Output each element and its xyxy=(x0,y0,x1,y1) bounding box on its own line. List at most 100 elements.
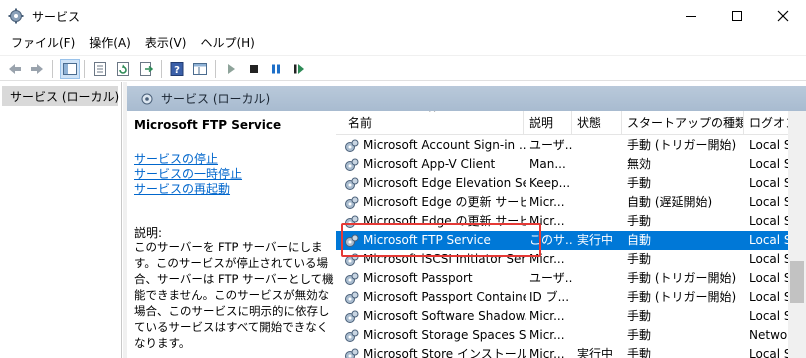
table-row[interactable]: Microsoft Edge の更新 サービ... Micr... 自動 (遅延開始… xyxy=(336,193,788,212)
pane-header: サービス (ローカル) xyxy=(127,86,806,111)
maximize-icon xyxy=(732,11,742,21)
cell-status: 実行中 xyxy=(577,233,614,247)
pause-service-button[interactable] xyxy=(266,59,286,79)
cell-description: このサ... xyxy=(529,233,572,247)
menu-file[interactable]: ファイル(F) xyxy=(4,33,82,53)
back-button[interactable] xyxy=(5,59,25,79)
cell-startup-type: 手動 xyxy=(627,347,652,358)
toolbar-separator xyxy=(215,60,216,78)
stop-service-icon xyxy=(250,65,258,73)
cell-description: Micr... xyxy=(529,195,565,209)
table-row[interactable]: Microsoft Store インストール ... Micr... 実行中 手動 Lo… xyxy=(336,345,788,358)
table-row[interactable]: Microsoft Software Shadow... Micr... 手動 Loc… xyxy=(336,307,788,326)
services-gear-icon xyxy=(141,93,153,104)
table-row[interactable]: Microsoft Edge Elevation Se... Keep... 手動 L… xyxy=(336,174,788,193)
table-row[interactable]: Microsoft App-V Client Man... 無効 Local S xyxy=(336,155,788,174)
table-row[interactable]: Microsoft Account Sign-in ... ユーザ... 手動 (ト… xyxy=(336,136,788,155)
maximize-button[interactable] xyxy=(714,0,760,32)
cell-service-name: Microsoft Edge の更新 サービ... xyxy=(363,214,526,228)
help-button[interactable]: ? xyxy=(167,59,187,79)
column-header-status[interactable]: 状態 xyxy=(572,111,622,135)
stop-service-button[interactable] xyxy=(244,59,264,79)
back-arrow-icon xyxy=(9,64,21,74)
restart-service-icon xyxy=(294,64,304,74)
svg-text:?: ? xyxy=(174,65,180,76)
cell-description: Micr... xyxy=(529,252,565,266)
column-header-description[interactable]: 説明 xyxy=(524,111,572,135)
help-icon: ? xyxy=(170,62,184,76)
forward-button[interactable] xyxy=(27,59,47,79)
start-service-button[interactable] xyxy=(221,59,241,79)
cell-status xyxy=(572,326,622,345)
cell-startup-type: 手動 (トリガー開始) xyxy=(627,290,737,304)
vertical-scrollbar[interactable] xyxy=(788,111,806,358)
menu-view[interactable]: 表示(V) xyxy=(138,33,194,53)
table-row[interactable]: Microsoft Passport ユーザ... 手動 (トリガー開始) Local… xyxy=(336,269,788,288)
refresh-icon xyxy=(117,62,129,76)
forward-arrow-icon xyxy=(31,64,43,74)
tree-item-services-local[interactable]: サービス (ローカル) xyxy=(2,86,119,106)
export-list-button[interactable] xyxy=(136,59,156,79)
minimize-icon xyxy=(686,16,696,17)
menu-bar: ファイル(F) 操作(A) 表示(V) ヘルプ(H) xyxy=(0,32,806,54)
cell-logon: Local S xyxy=(749,214,788,228)
toolbar: ? xyxy=(0,55,806,81)
restart-service-link[interactable]: サービスの再起動 xyxy=(134,180,230,197)
column-header-logon[interactable]: ログオン xyxy=(744,111,788,135)
close-button[interactable] xyxy=(760,0,806,32)
cell-service-name: Microsoft iSCSI Initiator Ser... xyxy=(363,252,526,266)
restart-service-button[interactable] xyxy=(289,59,309,79)
refresh-button[interactable] xyxy=(113,59,133,79)
cell-startup-type: 手動 xyxy=(627,328,652,342)
cell-service-name: Microsoft Passport Container xyxy=(363,290,526,304)
console-view-button[interactable] xyxy=(190,59,210,79)
table-row[interactable]: Microsoft Passport Container ID ブ... 手動 (ト… xyxy=(336,288,788,307)
export-list-icon xyxy=(140,62,154,76)
properties-button[interactable] xyxy=(90,59,110,79)
cell-description: ユーザ... xyxy=(529,271,572,285)
minimize-button[interactable] xyxy=(668,0,714,32)
menu-action[interactable]: 操作(A) xyxy=(82,33,138,53)
cell-description: Micr... xyxy=(529,328,565,342)
cell-service-name: Microsoft Storage Spaces S... xyxy=(363,328,526,342)
toolbar-separator xyxy=(84,60,85,78)
cell-description: Keep... xyxy=(529,176,571,190)
table-row[interactable]: Microsoft FTP Service このサ... 実行中 自動 Local S xyxy=(336,231,788,250)
cell-service-name: Microsoft Software Shadow... xyxy=(363,309,526,323)
cell-status xyxy=(572,193,622,212)
menu-help[interactable]: ヘルプ(H) xyxy=(193,33,261,53)
cell-description: Micr... xyxy=(529,214,565,228)
cell-status xyxy=(572,269,622,288)
cell-status xyxy=(572,288,622,307)
column-header-startup-type[interactable]: スタートアップの種類 xyxy=(622,111,744,135)
toolbar-separator xyxy=(161,60,162,78)
cell-startup-type: 無効 xyxy=(627,157,652,171)
cell-startup-type: 手動 (トリガー開始) xyxy=(627,271,737,285)
cell-description: Micr... xyxy=(529,309,565,323)
cell-logon: Local S xyxy=(749,290,788,304)
cell-status xyxy=(572,136,622,155)
cell-service-name: Microsoft Passport xyxy=(363,271,473,285)
cell-logon: Local S xyxy=(749,309,788,323)
cell-startup-type: 手動 xyxy=(627,214,652,228)
selected-service-name: Microsoft FTP Service xyxy=(134,118,282,132)
description-panel: Microsoft FTP Service サービスの停止 サービスの一時停止 … xyxy=(127,111,335,358)
show-hide-tree-button[interactable] xyxy=(60,59,80,79)
properties-icon xyxy=(94,62,106,76)
console-tree: サービス (ローカル) xyxy=(0,82,122,358)
column-header-name[interactable]: 名前 xyxy=(336,111,524,135)
cell-logon: Local S xyxy=(749,347,788,358)
cell-status xyxy=(572,307,622,326)
cell-description: ID ブ... xyxy=(529,290,570,304)
table-row[interactable]: Microsoft Storage Spaces S... Micr... 手動 Ne… xyxy=(336,326,788,345)
cell-status xyxy=(572,174,622,193)
table-row[interactable]: Microsoft Edge の更新 サービ... Micr... 手動 Local … xyxy=(336,212,788,231)
cell-status: 実行中 xyxy=(577,347,614,358)
description-body: このサーバーを FTP サーバーにします。このサービスが停止されている場合、サー… xyxy=(134,240,334,350)
scrollbar-thumb[interactable] xyxy=(790,261,804,303)
toolbar-separator xyxy=(52,60,53,78)
table-row[interactable]: Microsoft iSCSI Initiator Ser... Micr... 手… xyxy=(336,250,788,269)
cell-startup-type: 自動 (遅延開始) xyxy=(627,195,713,209)
cell-logon: Local S xyxy=(749,233,788,247)
services-gear-icon xyxy=(8,8,24,24)
